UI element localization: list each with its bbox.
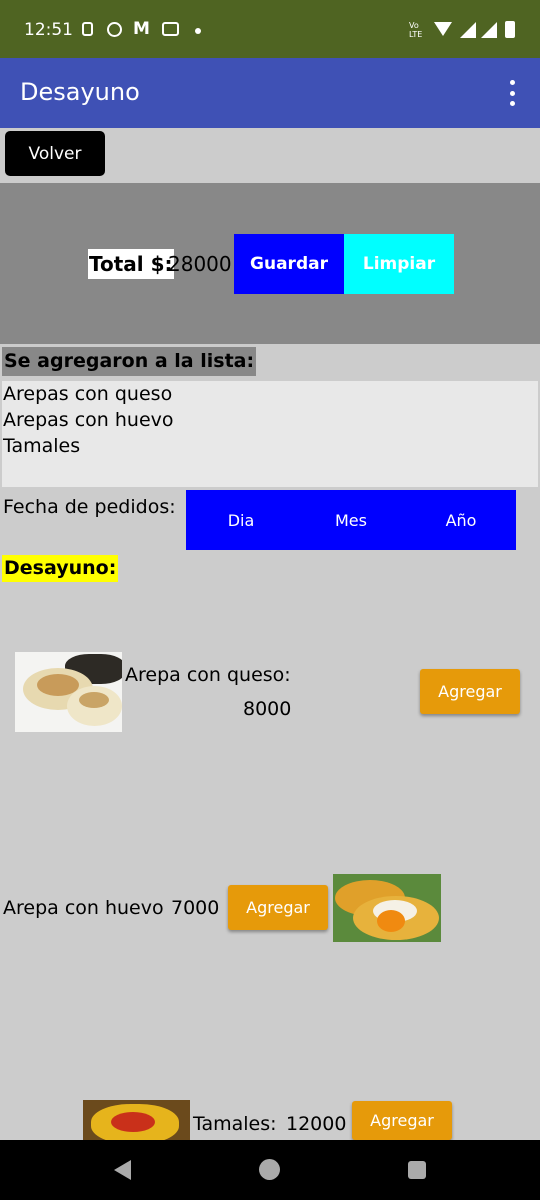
volver-button[interactable]: Volver bbox=[5, 131, 105, 176]
sim-icon bbox=[82, 22, 93, 36]
limpiar-button[interactable]: Limpiar bbox=[344, 234, 454, 294]
added-list-title: Se agregaron a la lista: bbox=[2, 347, 257, 376]
total-label: Total $: bbox=[88, 249, 174, 279]
status-bar: 12:51 M Vo LTE bbox=[0, 0, 540, 58]
section-title: Desayuno: bbox=[2, 555, 119, 582]
total-value: 28000 bbox=[168, 252, 232, 276]
agregar-button[interactable]: Agregar bbox=[228, 885, 328, 930]
added-list: Arepas con queso Arepas con huevo Tamale… bbox=[2, 381, 538, 487]
list-item: Tamales bbox=[3, 435, 81, 457]
volte-icon: Vo LTE bbox=[409, 21, 423, 39]
day-field[interactable]: Dia bbox=[186, 490, 296, 550]
guardar-button[interactable]: Guardar bbox=[234, 234, 344, 294]
product-price: 8000 bbox=[243, 698, 292, 720]
year-field[interactable]: Año bbox=[406, 490, 516, 550]
list-item: Arepas con queso bbox=[3, 383, 173, 405]
battery-icon bbox=[505, 21, 515, 38]
date-label: Fecha de pedidos: bbox=[3, 496, 176, 518]
month-field[interactable]: Mes bbox=[296, 490, 406, 550]
product-name: Arepa con huevo bbox=[3, 897, 164, 919]
arepa-queso-image bbox=[15, 652, 122, 732]
list-item: Arepas con huevo bbox=[3, 409, 174, 431]
recents-icon[interactable] bbox=[408, 1161, 426, 1179]
back-icon[interactable] bbox=[114, 1160, 131, 1180]
signal-icon bbox=[481, 22, 497, 38]
status-time: 12:51 bbox=[24, 20, 73, 40]
message-icon bbox=[162, 22, 179, 36]
tamales-image bbox=[83, 1100, 190, 1140]
app-bar: Desayuno bbox=[0, 58, 540, 128]
agregar-button[interactable]: Agregar bbox=[352, 1101, 452, 1140]
navigation-bar bbox=[0, 1140, 540, 1200]
product-name: Arepa con queso: bbox=[125, 664, 291, 686]
date-selector: Dia Mes Año bbox=[186, 490, 516, 550]
agregar-button[interactable]: Agregar bbox=[420, 669, 520, 714]
signal-icon bbox=[460, 22, 476, 38]
product-price: 7000 bbox=[171, 897, 220, 919]
home-icon[interactable] bbox=[259, 1159, 280, 1180]
arepa-huevo-image bbox=[333, 874, 441, 942]
wifi-icon bbox=[434, 22, 452, 36]
product-price: 12000 bbox=[286, 1113, 347, 1135]
dot-icon bbox=[195, 28, 201, 34]
page-title: Desayuno bbox=[20, 78, 140, 106]
play-icon bbox=[107, 22, 122, 37]
more-vert-icon[interactable] bbox=[505, 80, 519, 106]
gmail-icon: M bbox=[133, 19, 150, 39]
product-name: Tamales: bbox=[193, 1113, 277, 1135]
